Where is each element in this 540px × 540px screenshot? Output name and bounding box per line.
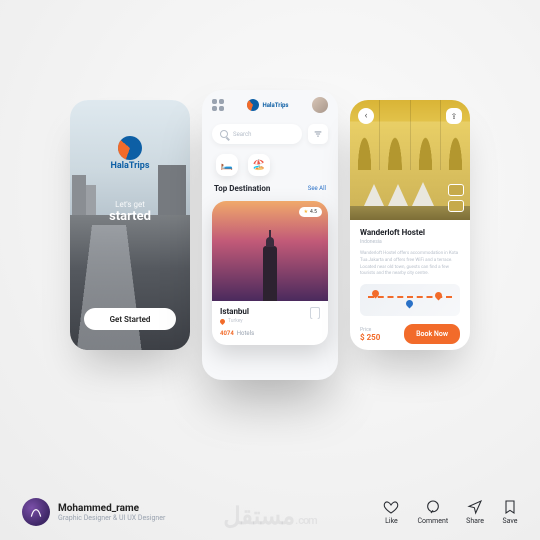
back-button[interactable]: ‹ (358, 108, 374, 124)
search-input[interactable]: Search (212, 124, 302, 144)
gallery-thumbs[interactable] (448, 184, 464, 212)
author-avatar (22, 498, 50, 526)
brand-logo: HalaTrips (70, 136, 190, 171)
category-item[interactable]: 🏖️ (248, 154, 270, 176)
search-placeholder: Search (233, 131, 251, 138)
action-bar: Like Comment Share Save (383, 499, 518, 525)
like-button[interactable]: Like (383, 499, 399, 525)
bookmark-icon (502, 499, 518, 515)
showcase-canvas: HalaTrips Let's get started Get Started … (0, 0, 540, 540)
screen-splash: HalaTrips Let's get started Get Started (70, 100, 190, 350)
destination-meta: 4074 Hotels (220, 330, 320, 337)
share-icon[interactable]: ⇪ (446, 108, 462, 124)
rating-chip: 4.5 (299, 207, 322, 217)
hotel-name: Wanderloft Hostel (360, 228, 460, 237)
destination-body: Istanbul Turkey 4074 Hotels (212, 301, 328, 345)
comment-icon (425, 499, 441, 515)
logo-mark (118, 136, 142, 160)
search-icon (220, 130, 228, 138)
section-title: Top Destination (214, 184, 270, 193)
logo-text-small: HalaTrips (262, 102, 288, 109)
pin-icon (434, 291, 444, 301)
category-row: 🛏️ 🏖️ (202, 144, 338, 180)
page-footer: Mohammed_rame Graphic Designer & UI UX D… (0, 498, 540, 526)
heart-icon (383, 499, 399, 515)
see-all-link[interactable]: See All (308, 185, 326, 192)
detail-body: Wanderloft Hostel Indonesia Wanderloft H… (350, 220, 470, 350)
author-role: Graphic Designer & UI UX Designer (58, 514, 165, 522)
comment-button[interactable]: Comment (417, 499, 448, 525)
detail-hero-image: ‹ ⇪ (350, 100, 470, 220)
logo-text: HalaTrips (110, 161, 149, 171)
logo-mark-small (247, 99, 259, 111)
splash-headline: Let's get started (70, 200, 190, 224)
search-row: Search (202, 124, 338, 144)
brand-logo-small: HalaTrips (247, 99, 288, 111)
bookmark-icon[interactable] (310, 307, 320, 319)
section-header: Top Destination See All (202, 180, 338, 197)
author-profile[interactable]: Mohammed_rame Graphic Designer & UI UX D… (22, 498, 165, 526)
map-preview[interactable] (360, 284, 460, 316)
share-button[interactable]: Share (466, 499, 484, 525)
save-button[interactable]: Save (502, 499, 518, 525)
phones-row: HalaTrips Let's get started Get Started … (0, 100, 540, 380)
pin-icon (219, 317, 226, 324)
price-value: $ 250 (360, 333, 380, 342)
send-icon (467, 499, 483, 515)
detail-footer-row: Price $ 250 Book Now (360, 324, 460, 344)
book-now-button[interactable]: Book Now (404, 324, 460, 344)
hotel-location: Indonesia (360, 239, 460, 245)
hotel-description: Wanderloft Hostel offers accommodation i… (360, 251, 460, 278)
menu-grid-icon[interactable] (212, 99, 224, 111)
screen-detail: ‹ ⇪ Wanderloft Hostel Indonesia Wanderlo… (350, 100, 470, 350)
destination-card[interactable]: 4.5 Istanbul Turkey 4074 Hotels (212, 201, 328, 345)
author-name: Mohammed_rame (58, 503, 165, 514)
destination-name: Istanbul (220, 307, 320, 316)
category-item[interactable]: 🛏️ (216, 154, 238, 176)
destination-country: Turkey (220, 318, 320, 324)
pin-icon (405, 299, 415, 309)
get-started-button[interactable]: Get Started (84, 308, 176, 330)
destination-image: 4.5 (212, 201, 328, 301)
avatar[interactable] (312, 97, 328, 113)
home-appbar: HalaTrips (202, 90, 338, 120)
filter-button[interactable] (308, 124, 328, 144)
screen-home: HalaTrips Search 🛏️ 🏖️ Top Destination (202, 90, 338, 380)
